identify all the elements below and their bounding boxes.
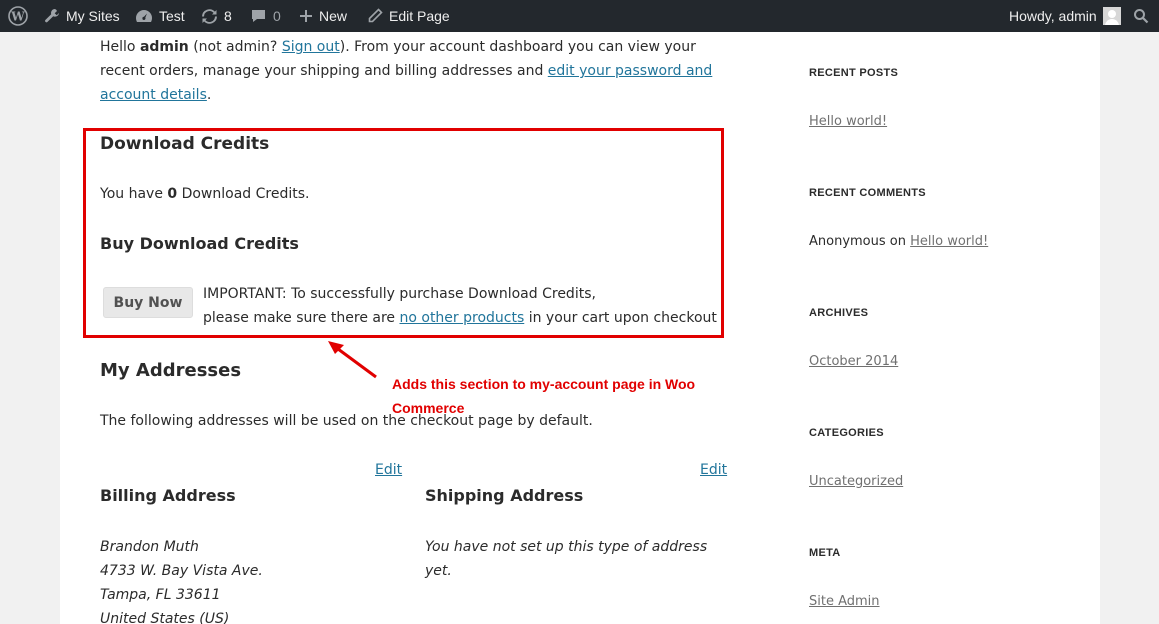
comments-count: 0 — [273, 8, 281, 24]
edit-billing-link[interactable]: Edit — [375, 458, 402, 482]
updates-count: 8 — [224, 8, 232, 24]
meta-title: META — [809, 547, 841, 559]
plus-icon — [299, 9, 313, 23]
recent-comments-title: RECENT COMMENTS — [809, 187, 926, 199]
you-have-text: You have — [100, 186, 168, 202]
wordpress-logo-icon[interactable]: W — [8, 0, 28, 32]
credits-suffix: Download Credits. — [177, 186, 310, 202]
shipping-address-title: Shipping Address — [425, 486, 584, 505]
sign-out-link[interactable]: Sign out — [282, 39, 340, 55]
no-other-products-link[interactable]: no other products — [399, 310, 524, 326]
recent-comment-item: Anonymous on Hello world! — [809, 234, 988, 249]
admin-bar: W My Sites Test 8 0 New Edit Page Howdy,… — [0, 0, 1159, 32]
hello-text: Hello — [100, 39, 140, 55]
billing-address: Brandon Muth 4733 W. Bay Vista Ave. Tamp… — [100, 535, 263, 624]
edit-page-label: Edit Page — [389, 8, 450, 24]
avatar — [1102, 7, 1121, 25]
howdy-label: Howdy, admin — [1009, 8, 1097, 24]
my-sites-menu[interactable]: My Sites — [44, 0, 120, 32]
comment-bubble-icon — [250, 8, 267, 24]
my-addresses-title: My Addresses — [100, 360, 242, 381]
category-link[interactable]: Uncategorized — [809, 474, 903, 489]
search-icon — [1133, 8, 1149, 24]
edit-page-link[interactable]: Edit Page — [367, 0, 450, 32]
new-content-menu[interactable]: New — [299, 0, 347, 32]
shipping-address-note: You have not set up this type of address… — [425, 539, 708, 579]
dashboard-icon — [135, 8, 153, 24]
site-admin-link[interactable]: Site Admin — [809, 594, 880, 609]
site-name-label: Test — [159, 8, 185, 24]
pencil-icon — [367, 8, 383, 24]
svg-text:W: W — [10, 10, 25, 24]
billing-country: United States (US) — [100, 611, 230, 624]
site-name-menu[interactable]: Test — [135, 0, 185, 32]
recent-post-link[interactable]: Hello world! — [809, 114, 887, 129]
addresses-description: The following addresses will be used on … — [100, 413, 593, 429]
important-line-2: please make sure there are — [203, 310, 400, 326]
my-sites-label: My Sites — [66, 8, 120, 24]
updates-menu[interactable]: 8 — [201, 0, 232, 32]
comment-author: Anonymous — [809, 234, 886, 249]
important-line-1: IMPORTANT: To successfully purchase Down… — [203, 286, 596, 302]
account-intro: Hello admin (not admin? Sign out). From … — [100, 35, 725, 107]
important-line-2-end: in your cart upon checkout — [524, 310, 717, 326]
billing-city: Tampa, FL 33611 — [100, 587, 221, 603]
page-content: Hello admin (not admin? Sign out). From … — [60, 32, 1100, 624]
billing-street: 4733 W. Bay Vista Ave. — [100, 563, 263, 579]
buy-credits-title: Buy Download Credits — [100, 234, 299, 253]
archives-title: ARCHIVES — [809, 307, 869, 319]
account-menu[interactable]: Howdy, admin — [1009, 0, 1121, 32]
not-user-text: (not admin? — [188, 39, 282, 55]
billing-address-title: Billing Address — [100, 486, 236, 505]
archive-link[interactable]: October 2014 — [809, 354, 898, 369]
important-notice: IMPORTANT: To successfully purchase Down… — [203, 282, 723, 330]
categories-title: CATEGORIES — [809, 427, 884, 439]
buy-now-button[interactable]: Buy Now — [103, 287, 193, 318]
refresh-icon — [201, 8, 218, 25]
credits-count: 0 — [167, 186, 178, 202]
comment-post-link[interactable]: Hello world! — [910, 234, 988, 249]
comment-on-text: on — [885, 234, 911, 249]
new-label: New — [319, 8, 348, 24]
username: admin — [139, 39, 189, 55]
download-credits-title: Download Credits — [100, 134, 270, 154]
comments-menu[interactable]: 0 — [250, 0, 281, 32]
intro-end: . — [206, 87, 212, 103]
billing-name: Brandon Muth — [100, 539, 199, 555]
search-button[interactable] — [1133, 0, 1149, 32]
recent-posts-title: RECENT POSTS — [809, 67, 899, 79]
annotation-arrow-icon — [328, 341, 377, 379]
wrench-icon — [44, 8, 60, 24]
download-credits-text: You have 0 Download Credits. — [100, 182, 309, 206]
edit-shipping-link[interactable]: Edit — [700, 458, 727, 482]
